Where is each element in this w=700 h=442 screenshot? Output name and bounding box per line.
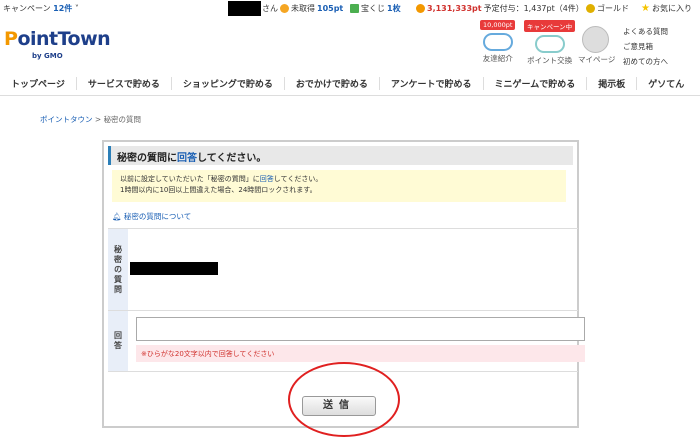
friend-badge: 10,000pt (480, 20, 516, 30)
breadcrumb: ポイントタウン > 秘密の質問 (40, 115, 142, 124)
ticket-icon (350, 4, 359, 13)
exchange-icon (534, 35, 565, 53)
highlight-ring (288, 362, 400, 437)
nav-outing[interactable]: おでかけで貯める (285, 77, 380, 90)
main-nav: トップページ サービスで貯める ショッピングで貯める おでかけで貯める アンケー… (0, 72, 700, 96)
campaign-count: 12件 (53, 4, 73, 13)
page-title: 秘密の質問に回答してください。 (108, 146, 573, 165)
gold-rank[interactable]: ゴールド (586, 3, 629, 14)
point-exchange-link[interactable]: キャンペーン中 ポイント交換 (524, 20, 576, 66)
redacted-question (130, 262, 218, 275)
nav-board[interactable]: 掲示板 (587, 77, 638, 90)
lottery-link[interactable]: 宝くじ 1枚 (350, 3, 401, 14)
medal-icon (586, 4, 595, 13)
mypage-link[interactable]: マイページ (578, 54, 615, 65)
help-links: よくある質問 ご意見箱 初めての方へ (623, 24, 668, 69)
bell-icon: 🔔︎ (112, 212, 122, 221)
feedback-link[interactable]: ご意見箱 (623, 39, 668, 54)
answer-label: 回答 (108, 311, 128, 371)
favorites-link[interactable]: ★ お気に入り (641, 3, 692, 14)
friends-icon (482, 33, 513, 51)
question-row: 秘密の質問 (108, 228, 578, 310)
campaign-badge: キャンペーン中 (524, 20, 576, 32)
nav-survey[interactable]: アンケートで貯める (380, 77, 484, 90)
answer-input[interactable] (136, 317, 585, 341)
question-label: 秘密の質問 (108, 229, 128, 310)
pointtown-logo[interactable]: PointTown (4, 28, 111, 50)
avatar[interactable] (582, 26, 609, 53)
notice-box: 以前に設定していただいた「秘密の質問」に回答してください。 1時間以内に10回以… (112, 170, 566, 202)
answer-hint: ※ひらがな20文字以内で回答してください (136, 345, 585, 362)
beginner-link[interactable]: 初めての方へ (623, 54, 668, 69)
gmo-logo: by GMO (32, 52, 63, 60)
top-bar: キャンペーン 12件 ˅ さん 未取得 105pt 宝くじ 1枚 3,131,3… (0, 0, 700, 17)
nav-services[interactable]: サービスで貯める (77, 77, 172, 90)
friend-referral-link[interactable]: 10,000pt 友達紹介 (480, 20, 516, 64)
star-icon: ★ (641, 3, 650, 14)
breadcrumb-current: 秘密の質問 (103, 115, 142, 124)
user-suffix: さん (262, 4, 278, 13)
campaign-link[interactable]: キャンペーン 12件 ˅ (3, 3, 79, 14)
secret-question-help-link[interactable]: 🔔︎ 秘密の質問について (112, 211, 191, 222)
unclaimed-points[interactable]: 未取得 105pt (280, 3, 343, 14)
nav-shopping[interactable]: ショッピングで貯める (172, 77, 285, 90)
redacted-username (228, 1, 261, 16)
nav-top[interactable]: トップページ (0, 77, 77, 90)
point-coin-icon (416, 4, 425, 13)
nav-minigame[interactable]: ミニゲームで貯める (484, 77, 588, 90)
points-balance[interactable]: 3,131,333pt 予定付与：1,437pt（4件） (416, 3, 584, 14)
faq-link[interactable]: よくある質問 (623, 24, 668, 39)
nav-gesoten[interactable]: ゲソてん (637, 77, 695, 90)
gift-icon (280, 4, 289, 13)
breadcrumb-home[interactable]: ポイントタウン (40, 115, 93, 124)
